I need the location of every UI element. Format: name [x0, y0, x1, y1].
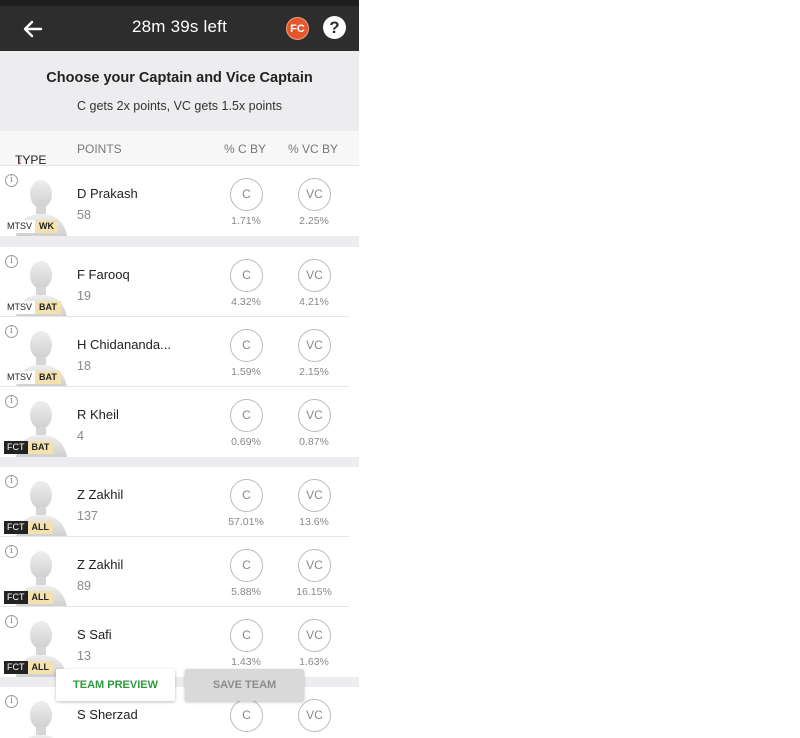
player-row: i MTSV WK D Prakash 58 C VC 1.71% 2.25%	[0, 166, 359, 236]
vice-captain-pct: 16.15%	[296, 586, 332, 598]
team-role-badge: FCT ALL	[4, 661, 53, 674]
team-label: MTSV	[4, 301, 36, 314]
player-points: 89	[77, 579, 91, 593]
captain-pct: 0.69%	[231, 436, 261, 448]
role-label: WK	[35, 220, 59, 233]
team-label: FCT	[4, 661, 28, 674]
top-bar: 28m 39s left FC ?	[0, 0, 359, 51]
team-preview-button[interactable]: TEAM PREVIEW	[56, 669, 175, 701]
captain-pct: 57.01%	[228, 516, 264, 528]
player-row: i FCT ALL Z Zakhil 89 C VC 5.88% 16.15%	[0, 537, 359, 607]
team-role-badge: MTSV WK	[4, 220, 59, 233]
player-name: Z Zakhil	[77, 557, 124, 572]
player-row: i MTSV BAT H Chidananda... 18 C VC 1.59% 2.15%	[0, 317, 359, 387]
vice-captain-button[interactable]: VC	[298, 178, 331, 211]
sort-down-arrow-icon: ↓	[17, 153, 23, 167]
captain-pct: 1.43%	[231, 656, 261, 668]
intro-title: Choose your Captain and Vice Captain	[46, 70, 313, 86]
intro-section: Choose your Captain and Vice Captain C g…	[0, 51, 359, 131]
team-role-badge: FCT ALL	[4, 521, 53, 534]
player-points: 13	[77, 649, 91, 663]
team-label: FCT	[4, 441, 28, 454]
team-label: MTSV	[4, 371, 36, 384]
player-row: iS Sherzad C VC	[0, 687, 359, 738]
player-row: i FCT ALL Z Zakhil 137 C VC 57.01% 13.6%	[0, 467, 359, 537]
captain-pct: 5.88%	[231, 586, 261, 598]
vice-captain-button[interactable]: VC	[298, 619, 331, 652]
vice-captain-button[interactable]: VC	[298, 479, 331, 512]
vice-captain-button[interactable]: VC	[298, 549, 331, 582]
vice-captain-button[interactable]: VC	[298, 699, 331, 732]
player-name: Z Zakhil	[77, 487, 124, 502]
role-label: BAT	[35, 371, 61, 384]
player-points: 58	[77, 208, 91, 222]
player-name: H Chidananda...	[77, 337, 171, 352]
vice-captain-button[interactable]: VC	[298, 259, 331, 292]
player-name: D Prakash	[77, 186, 138, 201]
captain-button[interactable]: C	[230, 549, 263, 582]
player-name: S Safi	[77, 627, 112, 642]
team-label: MTSV	[4, 220, 36, 233]
vice-captain-pct: 4.21%	[299, 296, 329, 308]
player-points: 4	[77, 429, 84, 443]
role-label: BAT	[27, 441, 54, 454]
team-role-badge: MTSV BAT	[4, 371, 61, 384]
intro-subtitle: C gets 2x points, VC gets 1.5x points	[77, 99, 282, 113]
team-role-badge: FCT ALL	[4, 591, 53, 604]
player-points: 19	[77, 289, 91, 303]
team-label: FCT	[4, 591, 28, 604]
role-label: ALL	[27, 591, 53, 604]
status-bar	[0, 0, 359, 6]
player-points: 18	[77, 359, 91, 373]
player-row: i MTSV BAT F Farooq 19 C VC 4.32% 4.21%	[0, 247, 359, 317]
vice-captain-pct: 0.87%	[299, 436, 329, 448]
captain-pct: 1.59%	[231, 366, 261, 378]
captain-button[interactable]: C	[230, 619, 263, 652]
captain-button[interactable]: C	[230, 178, 263, 211]
vice-captain-pct: 1.63%	[299, 656, 329, 668]
player-row: i FCT BAT R Kheil 4 C VC 0.69% 0.87%	[0, 387, 359, 457]
player-points: 137	[77, 509, 98, 523]
team-role-badge: MTSV BAT	[4, 301, 61, 314]
team-role-badge: FCT BAT	[4, 441, 54, 454]
vice-captain-pct: 2.25%	[299, 215, 329, 227]
player-avatar	[14, 701, 69, 738]
vice-captain-button[interactable]: VC	[298, 399, 331, 432]
column-headers: TYPE ↓ POINTS % C BY % VC BY	[0, 131, 359, 167]
player-name: F Farooq	[77, 267, 130, 282]
sort-by-vc-pct[interactable]: % VC BY	[288, 142, 338, 156]
role-label: BAT	[35, 301, 61, 314]
captain-button[interactable]: C	[230, 399, 263, 432]
vice-captain-pct: 2.15%	[299, 366, 329, 378]
player-row: i FCT ALL S Safi 13 C VC 1.43% 1.63%	[0, 607, 359, 677]
save-team-button[interactable]: SAVE TEAM	[185, 669, 304, 701]
sort-by-c-pct[interactable]: % C BY	[224, 142, 266, 156]
fc-logo-icon: FC	[286, 17, 309, 40]
vice-captain-button[interactable]: VC	[298, 329, 331, 362]
player-name: S Sherzad	[77, 707, 138, 722]
app-screen: 28m 39s left FC ? Choose your Captain an…	[0, 0, 359, 738]
role-label: ALL	[27, 521, 53, 534]
sort-by-points[interactable]: POINTS	[77, 142, 122, 156]
captain-button[interactable]: C	[230, 699, 263, 732]
captain-button[interactable]: C	[230, 479, 263, 512]
help-icon[interactable]: ?	[323, 16, 346, 39]
captain-button[interactable]: C	[230, 259, 263, 292]
captain-pct: 1.71%	[231, 215, 261, 227]
player-name: R Kheil	[77, 407, 119, 422]
captain-pct: 4.32%	[231, 296, 261, 308]
vice-captain-pct: 13.6%	[299, 516, 329, 528]
role-label: ALL	[27, 661, 53, 674]
team-label: FCT	[4, 521, 28, 534]
captain-button[interactable]: C	[230, 329, 263, 362]
